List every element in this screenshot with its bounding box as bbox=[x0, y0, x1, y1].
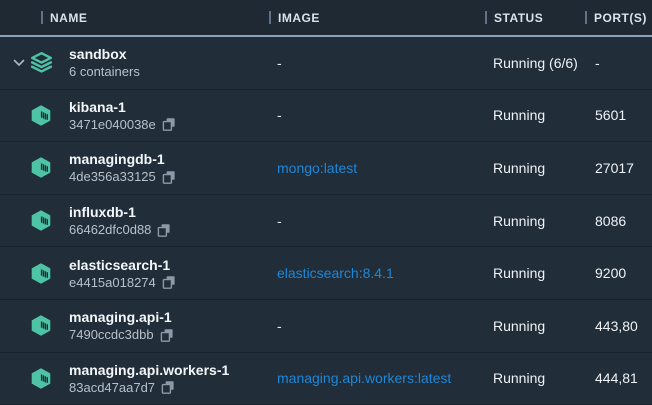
name-cell: kibana-1 3471e040038e bbox=[0, 98, 269, 133]
containers-table: NAME IMAGE STATUS PORT(S) bbox=[0, 0, 652, 405]
container-icon bbox=[29, 260, 54, 286]
container-id: 7490ccdc3dbb bbox=[69, 326, 154, 343]
table-header: NAME IMAGE STATUS PORT(S) bbox=[0, 0, 652, 37]
container-id: 6 containers bbox=[69, 63, 140, 80]
stack-icon bbox=[29, 50, 54, 76]
table-row[interactable]: managing.api.workers-1 83acd47aa7d7 mana… bbox=[0, 353, 652, 405]
column-label: IMAGE bbox=[278, 11, 320, 25]
image-name: - bbox=[269, 107, 485, 123]
container-ports: 443,80 bbox=[585, 318, 652, 334]
container-ports: 8086 bbox=[585, 213, 652, 229]
column-divider bbox=[269, 11, 271, 24]
table-row[interactable]: managing.api-1 7490ccdc3dbb - Running 44… bbox=[0, 300, 652, 353]
name-text: managingdb-1 4de356a33125 bbox=[69, 150, 176, 185]
name-text: managing.api.workers-1 83acd47aa7d7 bbox=[69, 361, 229, 396]
column-divider bbox=[485, 11, 487, 24]
name-cell: managing.api.workers-1 83acd47aa7d7 bbox=[0, 361, 269, 396]
copy-icon[interactable] bbox=[162, 170, 176, 185]
container-id: 4de356a33125 bbox=[69, 168, 156, 185]
container-status: Running bbox=[485, 213, 585, 229]
name-text: sandbox 6 containers bbox=[69, 45, 140, 80]
column-divider bbox=[585, 11, 587, 24]
container-ports: 9200 bbox=[585, 265, 652, 281]
name-text: managing.api-1 7490ccdc3dbb bbox=[69, 308, 174, 343]
name-cell: managingdb-1 4de356a33125 bbox=[0, 150, 269, 185]
container-ports: - bbox=[585, 55, 652, 71]
column-header-ports[interactable]: PORT(S) bbox=[585, 11, 652, 25]
container-icon bbox=[29, 155, 54, 181]
table-body: sandbox 6 containers - Running (6/6) - bbox=[0, 37, 652, 405]
column-header-name[interactable]: NAME bbox=[0, 11, 269, 25]
container-icon bbox=[29, 313, 54, 339]
column-label: NAME bbox=[50, 11, 87, 25]
column-label: PORT(S) bbox=[594, 11, 647, 25]
container-status: Running bbox=[485, 265, 585, 281]
container-name: managing.api.workers-1 bbox=[69, 361, 229, 379]
name-cell: managing.api-1 7490ccdc3dbb bbox=[0, 308, 269, 343]
container-id: 66462dfc0d88 bbox=[69, 221, 151, 238]
column-label: STATUS bbox=[494, 11, 543, 25]
name-cell: influxdb-1 66462dfc0d88 bbox=[0, 203, 269, 238]
copy-icon[interactable] bbox=[162, 117, 176, 132]
copy-icon[interactable] bbox=[161, 380, 175, 395]
container-icon bbox=[29, 102, 54, 128]
copy-icon[interactable] bbox=[160, 328, 174, 343]
table-row[interactable]: managingdb-1 4de356a33125 mongo:latest R… bbox=[0, 142, 652, 195]
container-ports: 444,81 bbox=[585, 370, 652, 386]
container-name: managingdb-1 bbox=[69, 150, 176, 168]
image-name[interactable]: mongo:latest bbox=[269, 160, 485, 176]
container-name: elasticsearch-1 bbox=[69, 256, 176, 274]
container-id: e4415a018274 bbox=[69, 274, 156, 291]
container-status: Running bbox=[485, 160, 585, 176]
column-header-image[interactable]: IMAGE bbox=[269, 11, 485, 25]
container-ports: 5601 bbox=[585, 107, 652, 123]
name-text: kibana-1 3471e040038e bbox=[69, 98, 176, 133]
column-divider bbox=[41, 11, 43, 24]
copy-icon[interactable] bbox=[162, 275, 176, 290]
column-header-status[interactable]: STATUS bbox=[485, 11, 585, 25]
name-text: elasticsearch-1 e4415a018274 bbox=[69, 256, 176, 291]
container-id: 3471e040038e bbox=[69, 116, 156, 133]
name-cell: elasticsearch-1 e4415a018274 bbox=[0, 256, 269, 291]
container-status: Running bbox=[485, 370, 585, 386]
image-name: - bbox=[269, 318, 485, 334]
table-row[interactable]: elasticsearch-1 e4415a018274 elasticsear… bbox=[0, 247, 652, 300]
table-row[interactable]: influxdb-1 66462dfc0d88 - Running 8086 bbox=[0, 195, 652, 248]
container-name: influxdb-1 bbox=[69, 203, 171, 221]
container-icon bbox=[29, 365, 54, 391]
container-name: managing.api-1 bbox=[69, 308, 174, 326]
image-name[interactable]: elasticsearch:8.4.1 bbox=[269, 265, 485, 281]
chevron-down-icon[interactable] bbox=[13, 59, 25, 67]
name-text: influxdb-1 66462dfc0d88 bbox=[69, 203, 171, 238]
table-row[interactable]: kibana-1 3471e040038e - Running 5601 bbox=[0, 90, 652, 143]
name-cell: sandbox 6 containers bbox=[0, 45, 269, 80]
container-status: Running (6/6) bbox=[485, 55, 585, 71]
container-status: Running bbox=[485, 318, 585, 334]
container-status: Running bbox=[485, 107, 585, 123]
container-name: kibana-1 bbox=[69, 98, 176, 116]
image-name: - bbox=[269, 213, 485, 229]
container-ports: 27017 bbox=[585, 160, 652, 176]
container-name: sandbox bbox=[69, 45, 140, 63]
image-name: - bbox=[269, 55, 485, 71]
image-name[interactable]: managing.api.workers:latest bbox=[269, 370, 485, 386]
copy-icon[interactable] bbox=[157, 223, 171, 238]
container-icon bbox=[29, 208, 54, 234]
table-row[interactable]: sandbox 6 containers - Running (6/6) - bbox=[0, 37, 652, 90]
container-id: 83acd47aa7d7 bbox=[69, 379, 155, 396]
